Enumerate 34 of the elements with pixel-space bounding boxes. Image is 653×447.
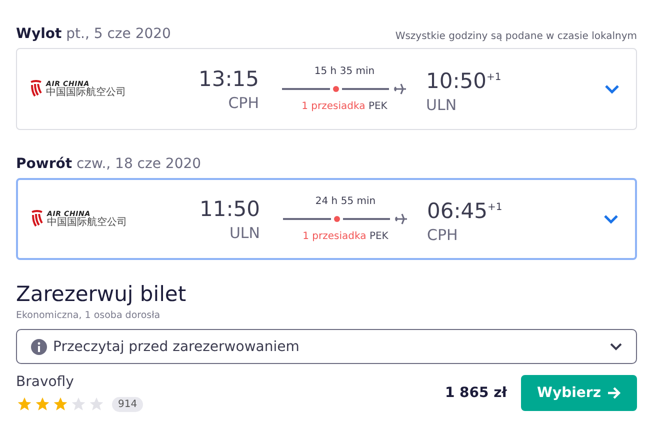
stop-dot [332,86,338,92]
timezone-note: Wszystkie godziny są podane w czasie lokalnym [395,31,637,42]
airline-native-name: 中国国际航空公司 [46,88,126,98]
stopover-info: 1 przesiadka PEK [302,231,388,242]
departure-time: 11:50 [199,196,260,222]
booking-title: Zarezerwuj bilet [16,282,188,306]
stop-dot [334,216,340,222]
arrival-time: 10:50$^{+1}$ [426,68,502,94]
arrival-time: 06:45$^{+1}$ [427,198,502,224]
flight-duration: 15 h 35 min [314,66,375,77]
stopover-info: 1 przesiadka PEK [302,101,388,112]
chevron-down-icon[interactable] [603,214,619,224]
flight-duration: 24 h 55 min [315,196,376,207]
departure-airport: ULN [229,224,260,242]
departure-time: 13:15 [198,66,259,92]
airline-logo-icon [30,210,44,228]
arrow-right-icon [606,387,621,399]
arrival-airport: ULN [426,96,457,114]
chevron-down-icon[interactable] [604,84,620,94]
leg-heading: Wylot pt., 5 cze 2020 [16,26,171,42]
review-count: 914 [112,396,144,412]
provider-name: Bravofly [16,374,75,390]
info-icon [31,338,47,354]
plane-icon [394,213,408,225]
airline-native-name: 中国国际航空公司 [47,218,127,228]
price: 1 865 zł [444,385,507,401]
airline-logo-icon [29,80,43,98]
departure-airport: CPH [228,94,259,112]
arrival-airport: CPH [427,226,458,244]
info-dropdown[interactable]: Przeczytaj przed zarezerwowaniem [16,329,637,364]
leg-heading: Powrót czw., 18 cze 2020 [16,156,202,172]
fare-details: Ekonomiczna, 1 osoba dorosła [16,310,162,321]
plane-icon [393,83,407,95]
chevron-down-icon [610,342,622,350]
